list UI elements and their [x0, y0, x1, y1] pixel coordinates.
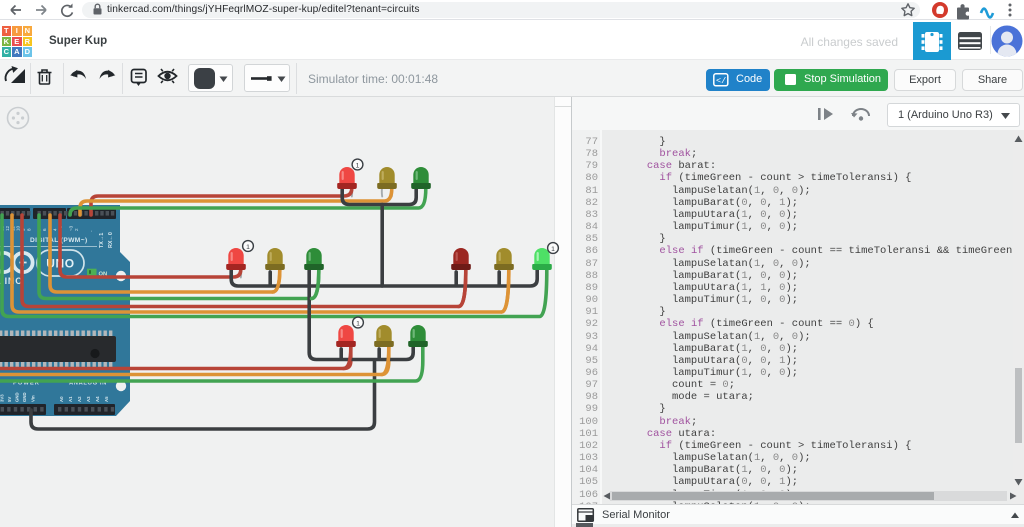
svg-text:A2: A2 [77, 396, 82, 402]
svg-text:</: </ [716, 76, 726, 86]
svg-text:~3: ~3 [69, 225, 74, 231]
svg-text:A1: A1 [68, 396, 73, 402]
svg-text:5V: 5V [7, 397, 12, 402]
svg-text:10: 10 [16, 225, 21, 231]
svg-text:Vin: Vin [31, 395, 36, 402]
svg-text:A0: A0 [59, 396, 64, 402]
svg-text:6: 6 [42, 228, 47, 231]
svg-text:2: 2 [74, 228, 79, 231]
svg-text:A4: A4 [95, 396, 100, 402]
svg-text:GND: GND [22, 392, 27, 402]
svg-text:1: 1 [246, 244, 250, 251]
svg-text:TX→1: TX→1 [99, 233, 105, 248]
svg-text:1: 1 [551, 246, 555, 253]
svg-text:1: 1 [356, 162, 360, 169]
svg-text:RX←0: RX←0 [108, 232, 114, 248]
svg-text:12: 12 [5, 225, 10, 231]
svg-text:A5: A5 [104, 396, 109, 402]
svg-text:8: 8 [26, 228, 31, 231]
svg-text:A3: A3 [86, 396, 91, 402]
svg-text:GND: GND [15, 392, 20, 402]
svg-text:1: 1 [356, 320, 360, 327]
svg-text:3V3: 3V3 [0, 394, 5, 402]
svg-text:4: 4 [53, 228, 58, 231]
